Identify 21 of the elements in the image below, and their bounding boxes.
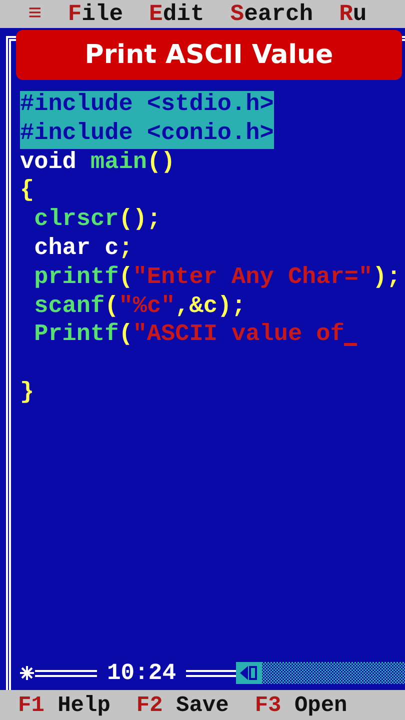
- title-banner: Print ASCII Value: [16, 30, 402, 80]
- code-line: }: [20, 378, 34, 408]
- code-line: {: [20, 177, 34, 206]
- scroll-left-icon[interactable]: [236, 662, 262, 684]
- star-icon: [19, 665, 35, 681]
- code-line: Printf("ASCII value of: [33, 321, 344, 350]
- code-line: scanf("%c",&c);: [33, 292, 246, 322]
- horizontal-scrollbar[interactable]: [236, 662, 405, 684]
- code-line: char c;: [33, 234, 133, 264]
- code-line: clrscr();: [33, 206, 162, 235]
- menu-item[interactable]: Edit: [149, 1, 204, 27]
- code-line: printf("Enter Any Char=");: [33, 264, 401, 293]
- menu-item[interactable]: Search: [230, 1, 314, 27]
- function-key-hint[interactable]: F3 Open: [254, 692, 348, 718]
- function-key-hint[interactable]: F2 Save: [136, 692, 229, 718]
- menu-item[interactable]: ≡: [28, 1, 42, 27]
- cursor-position: 10:24: [106, 660, 178, 686]
- code-line: void main(): [20, 148, 176, 178]
- menu-item[interactable]: Ru: [339, 1, 367, 27]
- menu-item[interactable]: File: [68, 1, 124, 27]
- function-key-hint[interactable]: F1 Help: [18, 692, 110, 718]
